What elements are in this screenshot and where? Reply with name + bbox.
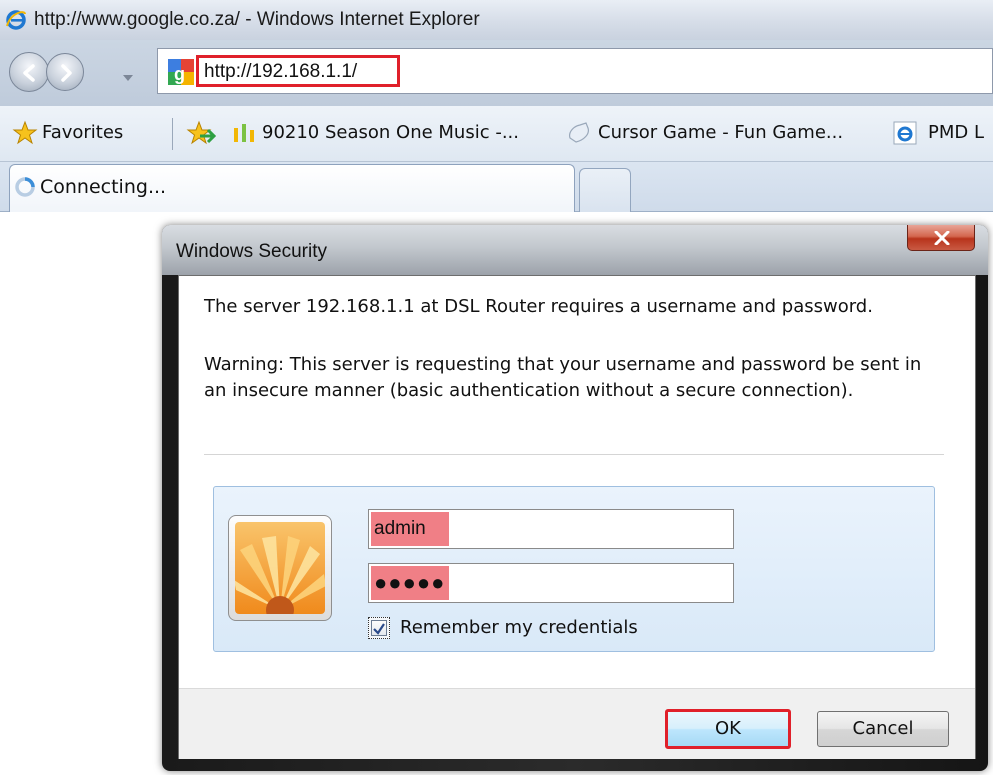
remember-checkbox[interactable]: [368, 617, 390, 639]
favorites-bar: Favorites 90210 Season One Music -... Cu…: [0, 106, 993, 162]
windows-security-dialog: Windows Security The server 192.168.1.1 …: [162, 225, 988, 771]
add-to-favorites-icon[interactable]: [186, 120, 217, 150]
back-arrow-icon: [23, 64, 35, 82]
address-bar[interactable]: g http://192.168.1.1/: [157, 48, 993, 94]
chevron-down-icon: [123, 75, 133, 81]
checkbox-box: [371, 620, 387, 636]
back-button[interactable]: [9, 52, 49, 92]
favorite-link-90210[interactable]: 90210 Season One Music -...: [262, 122, 519, 143]
favorite-link-pmd[interactable]: PMD L: [928, 122, 984, 143]
divider: [204, 454, 944, 455]
forward-arrow-icon: [61, 64, 72, 82]
star-icon: [12, 120, 38, 150]
cancel-button[interactable]: Cancel: [817, 711, 949, 747]
remember-label[interactable]: Remember my credentials: [400, 617, 638, 638]
favorites-button[interactable]: Favorites: [42, 122, 123, 143]
game-controller-icon: [566, 120, 592, 150]
tab-strip: Connecting...: [0, 162, 993, 212]
favorites-separator: [172, 118, 173, 150]
ie-icon: [5, 8, 27, 30]
username-value: admin: [371, 512, 449, 546]
tab-connecting[interactable]: Connecting...: [9, 164, 575, 212]
loading-spinner-icon: [14, 176, 36, 202]
dialog-title: Windows Security: [176, 241, 327, 262]
close-button[interactable]: [907, 225, 975, 251]
user-picture: [228, 515, 332, 621]
recent-pages-dropdown[interactable]: [122, 68, 134, 81]
tab-label: Connecting...: [40, 176, 167, 198]
close-icon: [934, 231, 950, 245]
ok-button[interactable]: OK: [665, 709, 791, 749]
dialog-body: The server 192.168.1.1 at DSL Router req…: [178, 275, 976, 759]
security-warning: Warning: This server is requesting that …: [204, 354, 922, 401]
credential-panel: admin ●●●●● Remember my credentials: [213, 486, 935, 652]
checkmark-icon: [373, 623, 385, 635]
google-favicon-icon: g: [168, 59, 194, 85]
server-message: The server 192.168.1.1 at DSL Router req…: [204, 296, 873, 317]
music-site-icon: [232, 122, 256, 148]
password-value: ●●●●●: [371, 566, 449, 600]
window-title-bar: http://www.google.co.za/ - Windows Inter…: [0, 0, 993, 40]
flower-user-icon: [235, 522, 325, 614]
new-tab-button[interactable]: [579, 168, 631, 212]
ie-page-icon: [892, 120, 918, 150]
forward-button[interactable]: [46, 53, 84, 91]
username-input[interactable]: admin: [368, 509, 734, 549]
url-text[interactable]: http://192.168.1.1/: [204, 61, 357, 83]
favorite-link-cursor-game[interactable]: Cursor Game - Fun Game...: [598, 122, 843, 143]
navigation-bar: g http://192.168.1.1/: [0, 40, 993, 106]
svg-text:g: g: [174, 64, 185, 84]
password-input[interactable]: ●●●●●: [368, 563, 734, 603]
dialog-footer: OK Cancel: [179, 688, 975, 759]
window-title: http://www.google.co.za/ - Windows Inter…: [34, 9, 480, 30]
